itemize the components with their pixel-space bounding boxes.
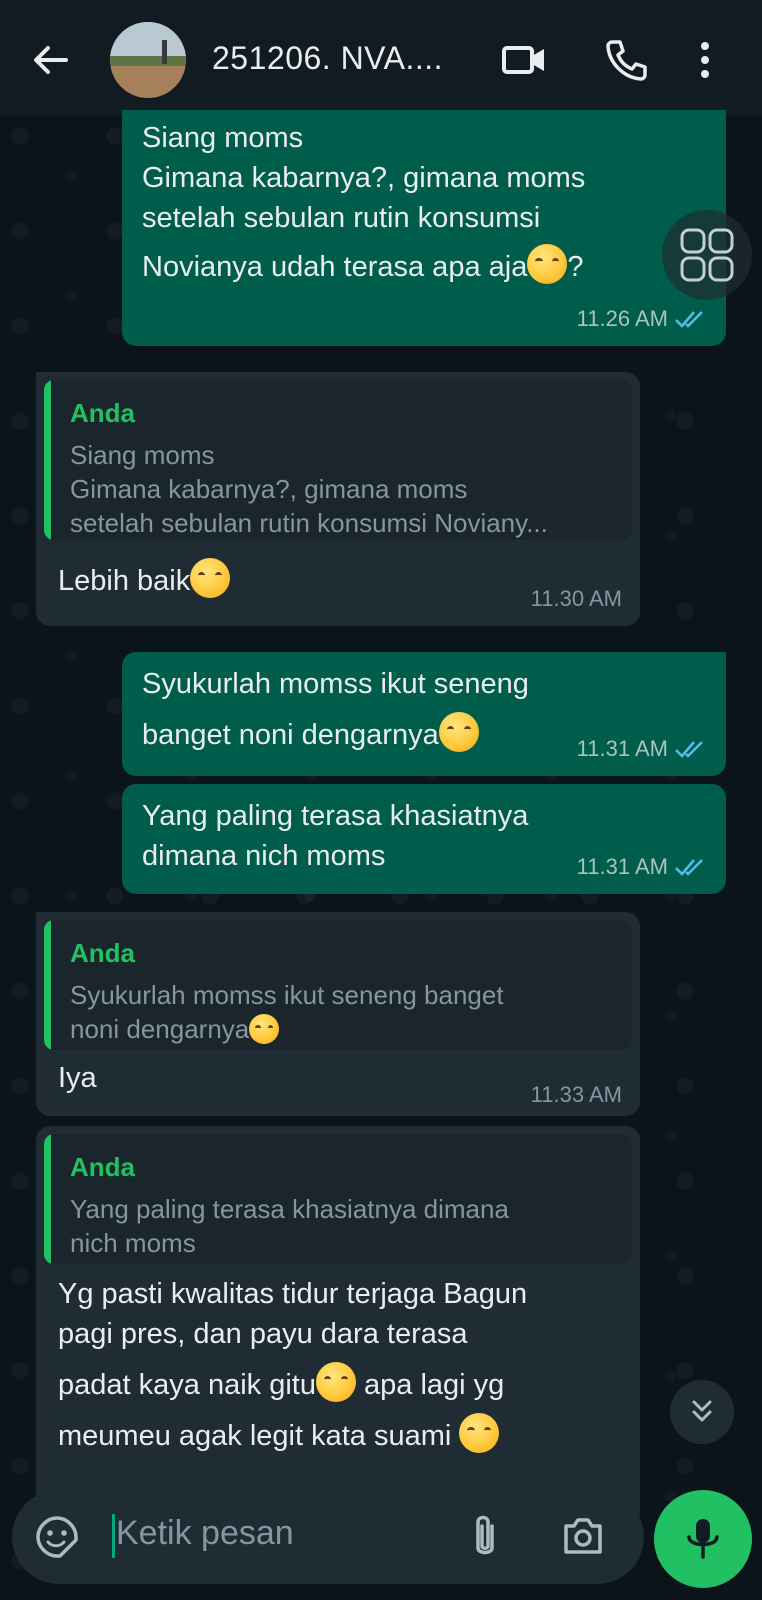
quoted-message[interactable]: Anda Syukurlah momss ikut seneng banget …: [44, 920, 632, 1050]
message-line: Syukurlah momss ikut seneng: [142, 668, 529, 700]
attach-button[interactable]: [468, 1512, 502, 1567]
quote-accent-bar: [44, 1134, 51, 1264]
message-input[interactable]: Ketik pesan: [116, 1514, 294, 1553]
quote-text: Siang moms Gimana kabarnya?, gimana moms…: [70, 438, 548, 540]
message-meta: 11.31 AM: [577, 854, 706, 880]
quote-author: Anda: [70, 938, 135, 968]
scroll-to-bottom-button[interactable]: [670, 1380, 734, 1444]
outgoing-message[interactable]: Siang moms Gimana kabarnya?, gimana moms…: [122, 110, 726, 346]
smiling-face-emoji-icon: [527, 244, 568, 284]
outgoing-message[interactable]: Syukurlah momss ikut seneng banget noni …: [122, 652, 726, 776]
paperclip-icon: [476, 1515, 494, 1555]
message-line: banget noni dengarnya: [142, 719, 439, 751]
back-button[interactable]: [28, 38, 72, 82]
quote-text: Syukurlah momss ikut seneng banget noni …: [70, 978, 504, 1046]
quote-author: Anda: [70, 1152, 135, 1182]
quote-line: Siang moms: [70, 440, 215, 470]
double-check-icon: [675, 741, 703, 758]
message-line: Yang paling terasa khasiatnya: [142, 800, 529, 832]
message-text: Yg pasti kwalitas tidur terjaga Bagun pa…: [58, 1274, 628, 1456]
smiling-face-emoji-icon: [190, 558, 231, 598]
tears-of-joy-emoji-icon: [315, 1362, 356, 1402]
incoming-message[interactable]: Anda Siang moms Gimana kabarnya?, gimana…: [36, 372, 640, 626]
voice-call-button[interactable]: [602, 36, 650, 84]
message-line: pagi pres, dan payu dara terasa: [58, 1318, 468, 1350]
sticker-smiley-icon: [36, 1516, 78, 1558]
quoted-message[interactable]: Anda Yang paling terasa khasiatnya diman…: [44, 1134, 632, 1264]
quote-line: Gimana kabarnya?, gimana moms: [70, 474, 468, 504]
microphone-icon: [687, 1519, 719, 1559]
avatar[interactable]: [110, 22, 186, 98]
double-chevron-down-icon: [692, 1400, 712, 1422]
message-list[interactable]: Siang moms Gimana kabarnya?, gimana moms…: [0, 110, 762, 1526]
message-time: 11.31 AM: [576, 854, 668, 879]
message-time: 11.33 AM: [530, 1082, 622, 1107]
phone-icon: [606, 40, 647, 81]
incoming-message[interactable]: Anda Syukurlah momss ikut seneng banget …: [36, 912, 640, 1116]
message-time: 11.30 AM: [530, 586, 622, 611]
quote-line: Yang paling terasa khasiatnya dimana: [70, 1194, 509, 1224]
quote-line: nich moms: [70, 1228, 196, 1258]
video-call-button[interactable]: [500, 36, 548, 84]
kissing-face-emoji-icon: [249, 1014, 280, 1044]
message-line: Lebih baik: [58, 565, 191, 597]
message-meta: 11.33 AM: [531, 1082, 622, 1108]
contact-name[interactable]: 251206. NVA....: [212, 40, 443, 77]
message-line: Yg pasti kwalitas tidur terjaga Bagun: [58, 1278, 528, 1310]
camera-button[interactable]: [560, 1514, 606, 1563]
arrow-left-icon: [34, 46, 68, 74]
tears-of-joy-emoji-icon: [459, 1413, 500, 1453]
message-meta: 11.26 AM: [577, 306, 706, 332]
menu-button[interactable]: [690, 36, 720, 84]
message-line: padat kaya naik gitu: [58, 1369, 316, 1401]
outgoing-message[interactable]: Yang paling terasa khasiatnya dimana nic…: [122, 784, 726, 894]
message-text: Lebih baik: [58, 558, 231, 601]
quote-accent-bar: [44, 380, 51, 540]
quote-author: Anda: [70, 398, 135, 428]
voice-record-button[interactable]: [654, 1490, 752, 1588]
quote-line: setelah sebulan rutin konsumsi Noviany..…: [70, 508, 548, 538]
quote-accent-bar: [44, 920, 51, 1050]
quote-text: Yang paling terasa khasiatnya dimana nic…: [70, 1192, 509, 1260]
floating-apps-button[interactable]: [662, 210, 752, 300]
message-line: apa lagi yg: [355, 1369, 505, 1401]
camera-icon: [564, 1518, 602, 1554]
incoming-message[interactable]: Anda Yang paling terasa khasiatnya diman…: [36, 1126, 640, 1526]
message-text: Iya: [58, 1062, 97, 1094]
emoji-button[interactable]: [34, 1514, 80, 1565]
message-line: setelah sebulan rutin konsumsi: [142, 202, 541, 234]
chat-header: 251206. NVA....: [0, 0, 762, 116]
kissing-face-emoji-icon: [438, 712, 479, 752]
more-vertical-icon: [701, 42, 709, 78]
quote-line: noni dengarnya: [70, 1014, 250, 1044]
message-line: Gimana kabarnya?, gimana moms: [142, 162, 586, 194]
message-line: ?: [567, 251, 584, 283]
double-check-icon: [675, 859, 703, 876]
message-time: 11.26 AM: [576, 306, 668, 331]
message-text: Siang moms Gimana kabarnya?, gimana moms…: [142, 118, 712, 287]
grid-icon: [680, 228, 734, 282]
message-line: Novianya udah terasa apa aja: [142, 251, 528, 283]
message-composer: Ketik pesan: [12, 1490, 644, 1584]
video-camera-icon: [502, 46, 544, 74]
quoted-message[interactable]: Anda Siang moms Gimana kabarnya?, gimana…: [44, 380, 632, 540]
double-check-icon: [675, 311, 703, 328]
message-line: Siang moms: [142, 122, 304, 154]
message-meta: 11.31 AM: [577, 736, 706, 762]
avatar-photo: [110, 22, 186, 98]
message-meta: 11.30 AM: [531, 586, 622, 612]
text-caret: [112, 1514, 115, 1558]
message-line: meumeu agak legit kata suami: [58, 1420, 460, 1452]
message-time: 11.31 AM: [576, 736, 668, 761]
quote-line: Syukurlah momss ikut seneng banget: [70, 980, 504, 1010]
